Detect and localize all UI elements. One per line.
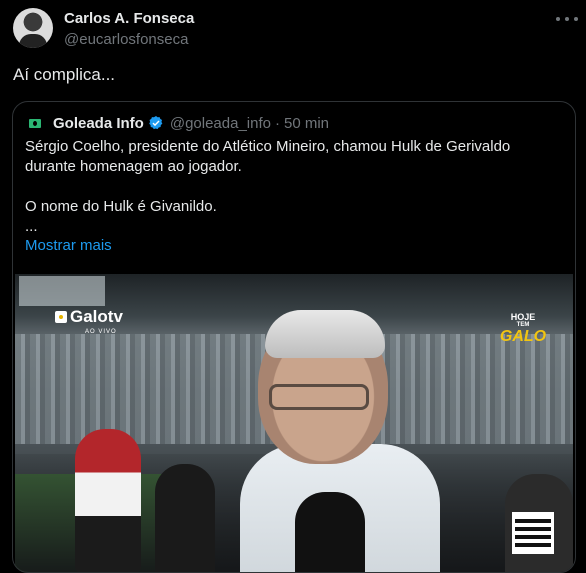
camera-icon (55, 311, 67, 323)
quoted-avatar[interactable] (25, 113, 45, 133)
quoted-text-line: O nome do Hulk é Givanildo. (25, 198, 217, 215)
separator-dot: · (274, 114, 280, 132)
show-more-link[interactable]: Mostrar mais (25, 237, 112, 254)
quoted-text-line: durante homenagem ao jogador. (25, 158, 242, 175)
hoje-label: HOJE (510, 312, 536, 322)
glasses (269, 384, 369, 410)
tweet: Carlos A. Fonseca @eucarlosfonseca Aí co… (0, 0, 586, 573)
galo-label: GALO (499, 328, 547, 345)
author-name[interactable]: Carlos A. Fonseca (64, 10, 194, 27)
video-thumbnail[interactable]: Galotv AO VIVO HOJE TEM GALO (15, 274, 573, 572)
stadium-scoreboard (19, 276, 105, 306)
author-handle[interactable]: @eucarlosfonseca (64, 31, 188, 48)
qr-code (512, 512, 554, 554)
author-avatar[interactable] (13, 8, 53, 48)
quoted-text-line: Sérgio Coelho, presidente do Atlético Mi… (25, 138, 511, 155)
quoted-text-line: ... (25, 218, 38, 235)
verified-badge-icon (148, 115, 164, 131)
galotv-label: Galotv (70, 307, 123, 326)
live-label: AO VIVO (85, 329, 117, 335)
quoted-author-handle[interactable]: @goleada_info (170, 115, 271, 132)
tweet-text: Aí complica... (13, 65, 116, 84)
more-options-icon[interactable] (556, 12, 578, 26)
quoted-timestamp[interactable]: 50 min (284, 115, 329, 132)
hoje-tem-galo-logo: HOJE TEM GALO (493, 312, 553, 346)
quoted-tweet-header: Goleada Info @goleada_info · 50 min (25, 113, 329, 133)
mascot-figure (75, 429, 141, 572)
quoted-tweet[interactable]: Goleada Info @goleada_info · 50 min Sérg… (12, 101, 576, 573)
quoted-author-name[interactable]: Goleada Info (53, 115, 144, 132)
man-hair (265, 310, 385, 358)
galotv-logo: Galotv (55, 307, 123, 327)
microphone (295, 492, 365, 572)
quoted-tweet-text: Sérgio Coelho, presidente do Atlético Mi… (25, 137, 560, 237)
cameraman-figure (155, 464, 215, 572)
